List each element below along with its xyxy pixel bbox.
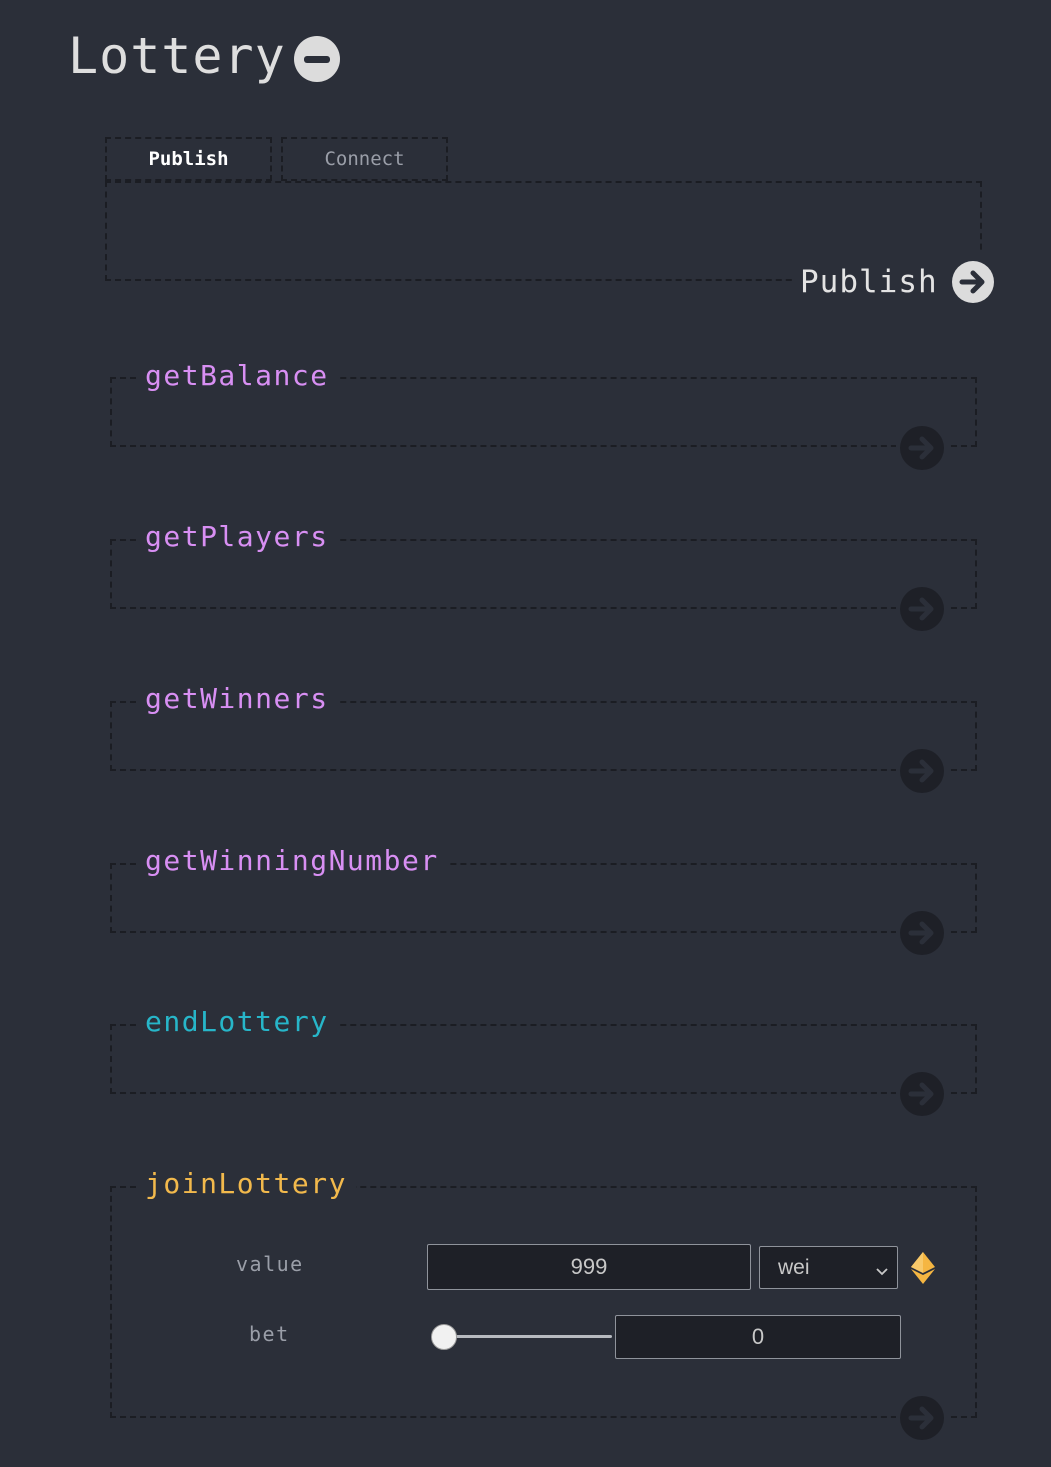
call-button-getbalance[interactable] (896, 422, 948, 474)
unit-select[interactable]: wei (759, 1246, 898, 1289)
function-panel-joinlottery (110, 1186, 977, 1418)
tab-publish[interactable]: Publish (105, 137, 272, 181)
bet-slider-track[interactable] (440, 1335, 612, 1338)
arrow-right-circle-icon (900, 749, 944, 793)
call-button-joinlottery[interactable] (896, 1392, 948, 1444)
bet-input[interactable]: 0 (615, 1315, 901, 1359)
tab-connect[interactable]: Connect (281, 137, 448, 181)
function-name-getplayers: getPlayers (136, 517, 338, 557)
arrow-right-circle-icon (951, 261, 994, 303)
call-button-getwinners[interactable] (896, 745, 948, 797)
function-name-endlottery: endLottery (136, 1002, 338, 1042)
function-name-getwinningnumber: getWinningNumber (136, 841, 448, 881)
arrow-right-circle-icon (900, 1072, 944, 1116)
call-button-getplayers[interactable] (896, 583, 948, 635)
value-input[interactable]: 999 (427, 1244, 751, 1290)
chevron-down-icon (875, 1261, 889, 1285)
publish-button[interactable]: Publish (792, 254, 1002, 310)
call-button-endlottery[interactable] (896, 1068, 948, 1120)
arrow-right-circle-icon (900, 911, 944, 955)
arrow-right-circle-icon (900, 426, 944, 470)
param-label-bet: bet (249, 1322, 290, 1346)
call-button-getwinningnumber[interactable] (896, 907, 948, 959)
function-name-getwinners: getWinners (136, 679, 338, 719)
function-name-getbalance: getBalance (136, 356, 338, 396)
bet-slider-thumb[interactable] (431, 1324, 457, 1350)
function-name-joinlottery: joinLottery (136, 1164, 356, 1204)
unit-select-value: wei (778, 1255, 810, 1279)
ethereum-icon (911, 1252, 935, 1288)
arrow-right-circle-icon (900, 587, 944, 631)
publish-button-label: Publish (800, 264, 938, 300)
param-label-value: value (236, 1252, 304, 1276)
arrow-right-circle-icon (900, 1396, 944, 1440)
collapse-icon[interactable] (294, 36, 340, 82)
contract-title: Lottery (68, 27, 286, 85)
